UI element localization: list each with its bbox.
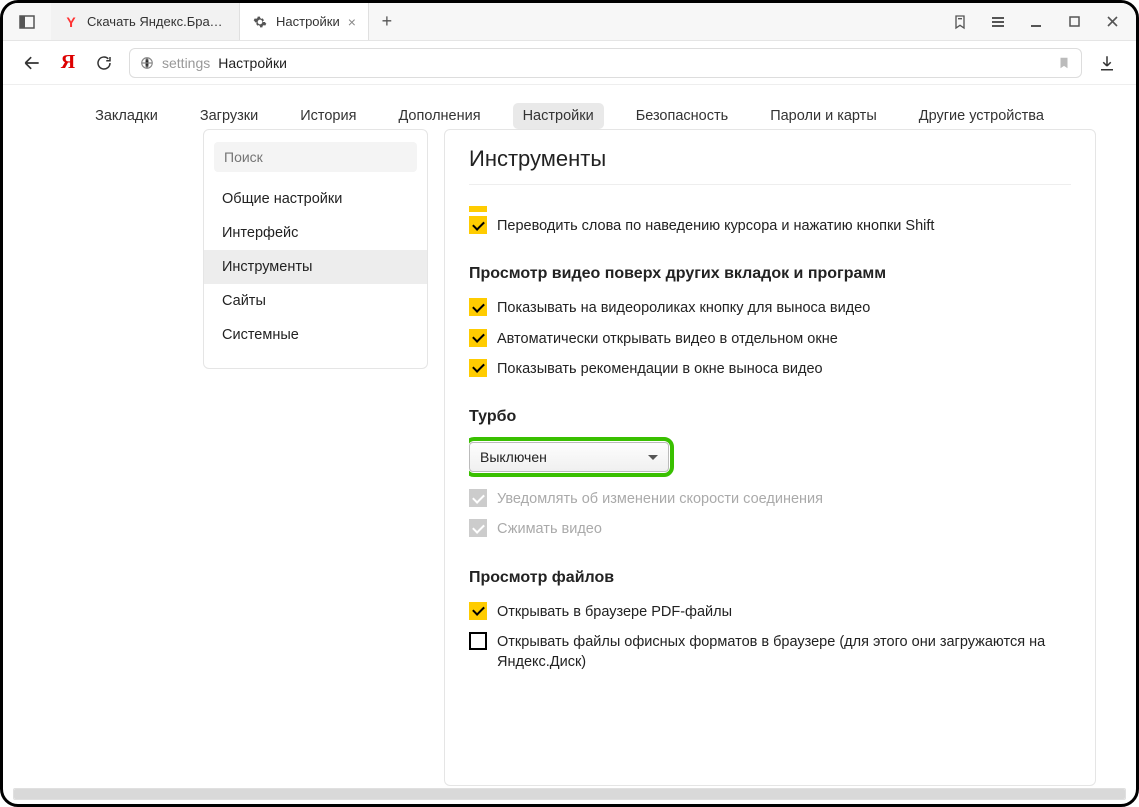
checkbox-disabled — [469, 519, 487, 537]
checkbox-label: Уведомлять об изменении скорости соедине… — [497, 489, 823, 509]
checkbox-row-disabled: Сжимать видео — [469, 514, 1071, 544]
yandex-favicon: Y — [63, 14, 79, 30]
checkbox[interactable] — [469, 602, 487, 620]
topnav-bookmarks[interactable]: Закладки — [85, 103, 168, 129]
checkbox[interactable] — [469, 329, 487, 347]
tab-label: Настройки — [276, 14, 340, 29]
checkbox-label: Сжимать видео — [497, 519, 602, 539]
maximize-icon[interactable] — [1064, 12, 1084, 32]
address-text-2: Настройки — [218, 55, 287, 71]
sidebar-item-tools[interactable]: Инструменты — [204, 250, 427, 284]
back-button[interactable] — [21, 52, 43, 74]
tab-settings[interactable]: Настройки × — [240, 3, 369, 40]
section-video-heading: Просмотр видео поверх других вкладок и п… — [469, 241, 1071, 293]
topnav-addons[interactable]: Дополнения — [388, 103, 490, 129]
downloads-icon[interactable] — [1096, 52, 1118, 74]
sidebar-item-interface[interactable]: Интерфейс — [204, 216, 427, 250]
checkbox-label: Автоматически открывать видео в отдельно… — [497, 329, 838, 349]
tab-other[interactable]: Y Скачать Яндекс.Браузер д — [51, 3, 240, 40]
addressbar: Я settings Настройки — [3, 41, 1136, 85]
page-title: Инструменты — [469, 130, 1071, 178]
minimize-icon[interactable] — [1026, 12, 1046, 32]
section-turbo-heading: Турбо — [469, 384, 1071, 436]
address-field[interactable]: settings Настройки — [129, 48, 1082, 78]
checkbox-label: Показывать на видеороликах кнопку для вы… — [497, 298, 870, 318]
section-files-heading: Просмотр файлов — [469, 545, 1071, 597]
checkbox-label: Открывать файлы офисных форматов в брауз… — [497, 632, 1071, 673]
horizontal-scrollbar[interactable] — [13, 788, 1126, 800]
divider — [469, 184, 1071, 185]
site-info-icon[interactable] — [140, 56, 154, 70]
yandex-logo-icon[interactable]: Я — [57, 52, 79, 74]
menu-icon[interactable] — [988, 12, 1008, 32]
checkbox-disabled — [469, 489, 487, 507]
close-window-icon[interactable] — [1102, 12, 1122, 32]
settings-sidebar: Общие настройки Интерфейс Инструменты Са… — [203, 129, 428, 369]
tab-label: Скачать Яндекс.Браузер д — [87, 14, 227, 29]
titlebar: Y Скачать Яндекс.Браузер д Настройки × + — [3, 3, 1136, 41]
topnav-security[interactable]: Безопасность — [626, 103, 739, 129]
address-text-1: settings — [162, 55, 210, 71]
bookmark-icon[interactable] — [1057, 55, 1071, 71]
checkbox[interactable] — [469, 298, 487, 316]
sidebar-item-system[interactable]: Системные — [204, 318, 427, 352]
topnav-settings[interactable]: Настройки — [513, 103, 604, 129]
gear-icon — [252, 14, 268, 30]
topnav-downloads[interactable]: Загрузки — [190, 103, 268, 129]
reload-button[interactable] — [93, 52, 115, 74]
checkbox-label: Переводить слова по наведению курсора и … — [497, 216, 934, 236]
turbo-select[interactable]: Выключен — [469, 442, 669, 472]
checkbox-row: Автоматически открывать видео в отдельно… — [469, 324, 1071, 354]
checkbox[interactable] — [469, 359, 487, 377]
sidebar-item-general[interactable]: Общие настройки — [204, 182, 427, 216]
checkbox-row: Показывать рекомендации в окне выноса ви… — [469, 354, 1071, 384]
close-icon[interactable]: × — [348, 14, 356, 30]
select-value: Выключен — [480, 449, 547, 465]
topnav-devices[interactable]: Другие устройства — [909, 103, 1054, 129]
checkbox-row-disabled: Уведомлять об изменении скорости соедине… — [469, 484, 1071, 514]
checkbox[interactable] — [469, 216, 487, 234]
sidebar-item-sites[interactable]: Сайты — [204, 284, 427, 318]
topnav-passwords[interactable]: Пароли и карты — [760, 103, 887, 129]
checkbox[interactable] — [469, 632, 487, 650]
panel-icon[interactable] — [17, 12, 37, 32]
checkbox-row: Переводить слова по наведению курсора и … — [469, 211, 1071, 241]
checkbox-label: Показывать рекомендации в окне выноса ви… — [497, 359, 823, 379]
search-input[interactable] — [214, 142, 417, 172]
checkbox-label: Открывать в браузере PDF-файлы — [497, 602, 732, 622]
new-tab-button[interactable]: + — [369, 3, 405, 40]
checkbox-row: Открывать файлы офисных форматов в брауз… — [469, 627, 1071, 678]
checkbox-row: Открывать в браузере PDF-файлы — [469, 597, 1071, 627]
topnav-history[interactable]: История — [290, 103, 366, 129]
bookmark-bar-icon[interactable] — [950, 12, 970, 32]
settings-content: Инструменты Переводить слова по наведени… — [444, 129, 1096, 786]
checkbox-row: Показывать на видеороликах кнопку для вы… — [469, 293, 1071, 323]
